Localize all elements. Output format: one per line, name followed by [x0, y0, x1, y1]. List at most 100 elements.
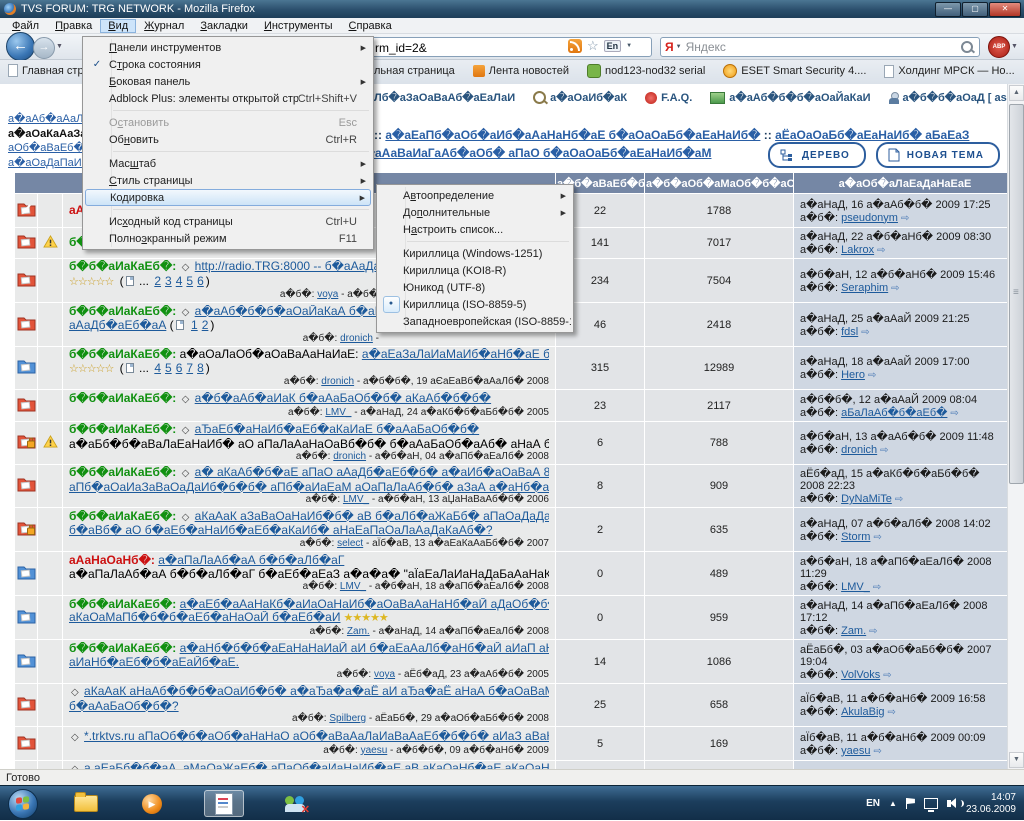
minimize-button[interactable]: —: [935, 2, 961, 17]
menu-item-toolbars[interactable]: Панели инструментов▶: [85, 39, 371, 56]
topic-title-link[interactable]: а�аПаЛаАб�аА б�б�аЛб�аГ: [158, 554, 344, 567]
volume-icon[interactable]: [947, 800, 951, 807]
page-number-link[interactable]: 3: [165, 275, 172, 288]
messages-navigator-link[interactable]: а�аАаВаИаГаАб�аОб� аПаО б�аОаОаБб�аЕаНаИ…: [356, 146, 711, 160]
page-number-link[interactable]: 8: [197, 362, 204, 375]
topic-starter-link[interactable]: LMV_: [340, 581, 366, 592]
goto-last-post-icon[interactable]: ⇨: [861, 327, 869, 338]
page-number-link[interactable]: 7: [186, 362, 193, 375]
taskbar-explorer-icon[interactable]: [66, 790, 106, 817]
topic-title-link[interactable]: *.trktvs.ru аПаОб�б�аОб�аНаНаО аОб�аВаАа…: [84, 730, 549, 743]
vertical-scrollbar[interactable]: ▲ ▼: [1007, 84, 1024, 769]
topic-starter-link[interactable]: LMV_: [343, 494, 369, 505]
bookmark-item[interactable]: ESET Smart Security 4....: [723, 64, 866, 78]
menubar-item-help[interactable]: Справка: [341, 19, 400, 33]
goto-last-post-icon[interactable]: ⇨: [883, 670, 891, 681]
goto-last-post-icon[interactable]: ⇨: [873, 746, 881, 757]
topic-title-link[interactable]: аАаДб�аЕб�аА: [69, 319, 166, 332]
goto-last-post-icon[interactable]: ⇨: [895, 494, 903, 505]
topic-starter-link[interactable]: Zam.: [347, 626, 370, 637]
page-number-link[interactable]: 6: [197, 275, 204, 288]
language-indicator[interactable]: EN: [866, 798, 880, 809]
menu-item-status-bar[interactable]: ✓Строка состояния: [85, 56, 371, 73]
menu-item-zoom[interactable]: Масштаб▶: [85, 155, 371, 172]
topic-starter-link[interactable]: yaesu: [361, 745, 388, 756]
bookmark-item[interactable]: nod123-nod32 serial: [587, 64, 705, 78]
search-box[interactable]: Я ▼ Яндекс: [660, 37, 980, 57]
network-icon[interactable]: [924, 798, 938, 809]
encoding-item-cyrillic-windows-1251[interactable]: Кириллица (Windows-1251): [379, 245, 571, 262]
menu-item-stop[interactable]: ОстановитьEsc: [85, 114, 371, 131]
topic-title-link[interactable]: б�аВб� аО б�аЕб�аНаИб�аЕб�аКаИб� аНаЕаПа…: [69, 524, 493, 537]
goto-last-post-icon[interactable]: ⇨: [901, 213, 909, 224]
encoding-item-customize-list[interactable]: Настроить список...: [379, 221, 571, 238]
adblock-plus-icon[interactable]: ABP: [988, 36, 1010, 58]
page-number-link[interactable]: 2: [202, 319, 209, 332]
rss-feed-icon[interactable]: [568, 39, 582, 53]
goto-last-post-icon[interactable]: ⇨: [891, 283, 899, 294]
last-post-user-link[interactable]: Seraphim: [841, 282, 888, 294]
last-post-user-link[interactable]: AkulaBig: [841, 706, 884, 718]
menu-item-encoding[interactable]: Кодировка▶: [85, 189, 371, 206]
topic-starter-link[interactable]: LMV_: [325, 407, 351, 418]
topic-title-link[interactable]: а�аЕб�аАаНаКб�аИаОаНаИб�аОаВаАаНаНб�аЙ а…: [180, 598, 549, 611]
menubar-item-view[interactable]: Вид: [100, 19, 136, 33]
logout-link[interactable]: а�б�б�аОаД [ asdf ]: [889, 91, 1024, 104]
topic-title-link[interactable]: а аЕаБб�б�аА, аМаОаЖаЕб� аПаОб�аИаНаИб�а…: [84, 762, 549, 769]
taskbar-active-document-icon[interactable]: [204, 790, 244, 817]
topic-title-link[interactable]: а�аЕаЗаЛаИаМаИб�аНб�аЕ б�аАб�аИб�б�: [362, 348, 549, 361]
topic-starter-link[interactable]: dronich: [333, 451, 366, 462]
breadcrumb-link-unread[interactable]: а�аЕаПб�аОб�аИб�аАаНаНб�аЕ б�аОаОаБб�аЕа…: [385, 128, 760, 142]
encoding-item-more-encodings[interactable]: Дополнительные▶: [379, 204, 571, 221]
tray-expand-icon[interactable]: ▲: [889, 799, 897, 808]
encoding-item-cyrillic-koi8-r[interactable]: Кириллица (KOI8-R): [379, 262, 571, 279]
forum-action-link[interactable]: аОб�аВаЕб�аИб�б�: [8, 141, 82, 156]
goto-last-post-icon[interactable]: ⇨: [873, 582, 881, 593]
translator-lang-badge[interactable]: En: [604, 40, 622, 52]
bookmark-item[interactable]: Холдинг МРСК — Но...: [884, 65, 1014, 78]
close-button[interactable]: ✕: [989, 2, 1021, 17]
topic-starter-link[interactable]: dronich: [340, 333, 373, 344]
faq-link[interactable]: F.A.Q.: [645, 92, 692, 104]
topic-title-link[interactable]: аКаАаК аНаАб�б�б�аОаИб�б� а�аЂа�а�аЁ аИ …: [84, 685, 549, 698]
topic-title-link[interactable]: а�аНб�б�б�аЕаНаНаИаЙ аИ б�аЕаАаЛб�аНб�аЙ…: [180, 642, 549, 655]
last-post-user-link[interactable]: Hero: [841, 369, 865, 381]
bookmark-item[interactable]: Лента новостей: [473, 65, 569, 77]
goto-last-post-icon[interactable]: ⇨: [877, 245, 885, 256]
page-number-link[interactable]: 6: [176, 362, 183, 375]
adblock-dropdown-icon[interactable]: ▼: [1011, 43, 1018, 50]
encoding-item-auto-detect[interactable]: Автоопределение▶: [379, 187, 571, 204]
topic-starter-link[interactable]: dronich: [321, 376, 354, 387]
page-number-link[interactable]: 5: [186, 275, 193, 288]
goto-last-post-icon[interactable]: ⇨: [869, 626, 877, 637]
menubar-item-bookmarks[interactable]: Закладки: [192, 19, 256, 33]
topic-title-link[interactable]: аКаАаК аЗаВаОаНаИб�б� аВ б�аЛб�аЖаБб� аП…: [195, 510, 549, 523]
page-number-link[interactable]: 2: [154, 275, 161, 288]
back-button[interactable]: ←: [6, 32, 35, 61]
goto-last-post-icon[interactable]: ⇨: [873, 532, 881, 543]
search-input[interactable]: Яндекс: [686, 40, 961, 54]
topic-starter-link[interactable]: voya: [374, 669, 395, 680]
topic-starter-link[interactable]: voya: [317, 289, 338, 300]
last-post-user-link[interactable]: dronich: [841, 444, 877, 456]
topic-title-link[interactable]: аИаНб�аЕб�б�аЕаЙб�аЕ.: [69, 656, 239, 669]
search-icon[interactable]: [961, 41, 973, 53]
encoding-item-cyrillic-iso-8859-5[interactable]: ●Кириллица (ISO-8859-5): [379, 296, 571, 313]
topic-title-link[interactable]: аПб�аОаИаЗаВаОаДаИб�б�б� аПб�аИаЕаМ аОаП…: [69, 481, 549, 494]
menu-item-adblock-elements[interactable]: Adblock Plus: элементы открытой страницы…: [85, 90, 371, 107]
translator-dropdown-icon[interactable]: ▼: [626, 43, 632, 49]
menubar-item-tools[interactable]: Инструменты: [256, 19, 341, 33]
goto-last-post-icon[interactable]: ⇨: [868, 370, 876, 381]
last-post-user-link[interactable]: Storm: [841, 531, 870, 543]
maximize-button[interactable]: ▢: [962, 2, 988, 17]
forward-button[interactable]: →: [33, 37, 55, 59]
last-post-user-link[interactable]: DyNaMiTe: [841, 493, 892, 505]
taskbar-media-player-icon[interactable]: ▶: [132, 790, 172, 817]
encoding-item-western-iso-8859-1[interactable]: Западноевропейская (ISO-8859-1): [379, 313, 571, 330]
new-topic-button[interactable]: НОВАЯ ТЕМА: [876, 142, 1000, 168]
topic-title-link[interactable]: аЂаЕб�аНаИб�аЕб�аКаИаЕ б�аАаБаОб�б�: [195, 423, 479, 436]
topic-title-link[interactable]: б�аАаБаОб�б�?: [69, 700, 179, 713]
topic-title-link[interactable]: а� аКаАб�б�аЕ аПаО аАаДб�аЕб�б� а�аИб�аО…: [195, 466, 549, 479]
goto-last-post-icon[interactable]: ⇨: [888, 707, 896, 718]
page-number-link[interactable]: 5: [165, 362, 172, 375]
